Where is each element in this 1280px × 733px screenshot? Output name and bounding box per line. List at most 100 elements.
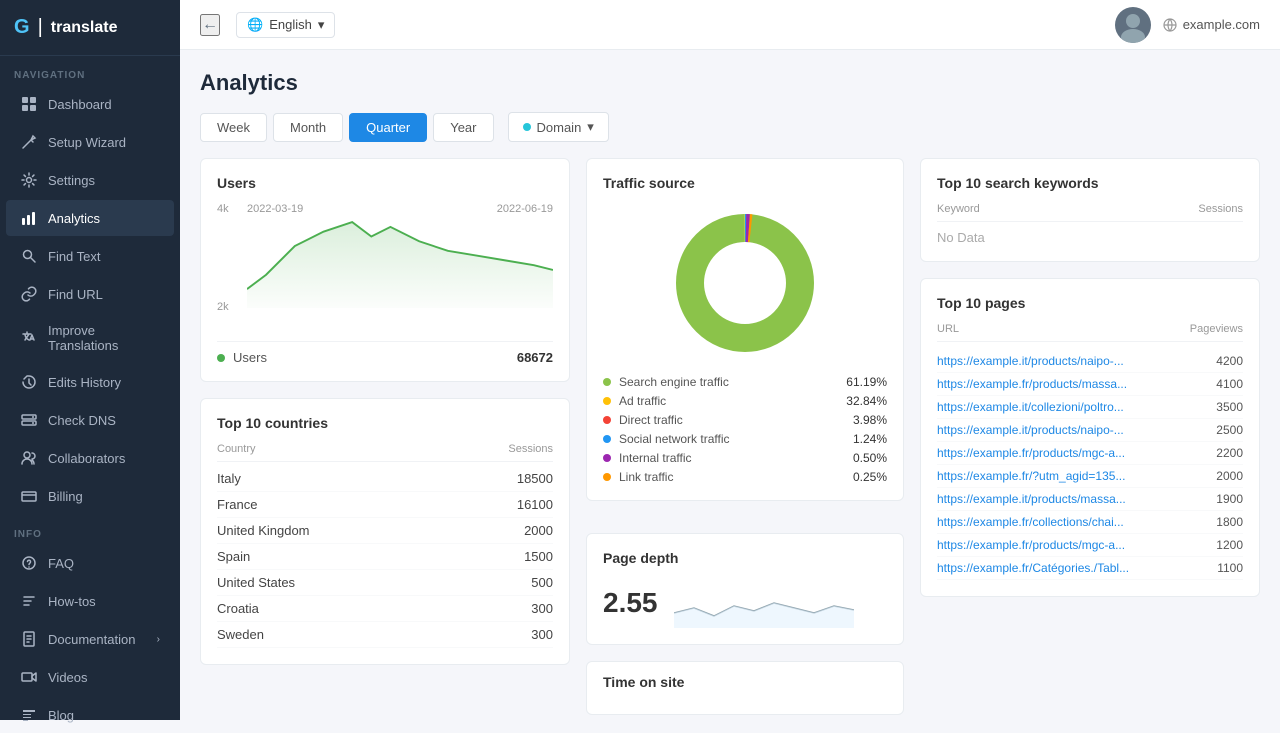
- legend-row: Social network traffic 1.24%: [603, 432, 887, 446]
- page-url-link[interactable]: https://example.fr/products/massa...: [937, 377, 1127, 391]
- countries-table-body: Italy18500 France16100 United Kingdom200…: [217, 466, 553, 648]
- col-country: Country: [217, 443, 256, 455]
- language-selector[interactable]: 🌐 English ▾: [236, 12, 335, 38]
- legend-row: Direct traffic 3.98%: [603, 413, 887, 427]
- table-row: Italy18500: [217, 466, 553, 492]
- sidebar-item-blog[interactable]: Blog: [6, 697, 174, 733]
- pages-table-header: URL Pageviews: [937, 323, 1243, 342]
- sidebar-item-faq[interactable]: FAQ: [6, 545, 174, 581]
- legend-row: Internal traffic 0.50%: [603, 451, 887, 465]
- sidebar-item-label: Blog: [48, 708, 74, 723]
- legend-row: Link traffic 0.25%: [603, 470, 887, 484]
- page-url-link[interactable]: https://example.fr/products/mgc-a...: [937, 538, 1125, 552]
- right-column: Top 10 search keywords Keyword Sessions …: [920, 158, 1260, 597]
- pages-col-url: URL: [937, 323, 959, 335]
- sidebar-item-label: Billing: [48, 489, 83, 504]
- page-depth-value: 2.55: [603, 587, 658, 619]
- sidebar-item-improve-translations[interactable]: Improve Translations: [6, 314, 174, 362]
- sidebar-item-label: How-tos: [48, 594, 96, 609]
- domain-dot: [523, 123, 531, 131]
- domain-filter-button[interactable]: Domain ▾: [508, 112, 609, 142]
- sidebar-item-how-tos[interactable]: How-tos: [6, 583, 174, 619]
- traffic-title: Traffic source: [603, 175, 887, 191]
- sidebar-item-find-text[interactable]: Find Text: [6, 238, 174, 274]
- domain-display: example.com: [1163, 17, 1260, 32]
- legend-dot: [603, 378, 611, 386]
- sidebar-item-setup-wizard[interactable]: Setup Wizard: [6, 124, 174, 160]
- search-icon: [20, 247, 38, 265]
- chart-icon: [20, 209, 38, 227]
- blog-icon: [20, 706, 38, 724]
- sidebar-item-label: Setup Wizard: [48, 135, 126, 150]
- nav-section-label: NAVIGATION: [0, 56, 180, 85]
- sidebar-item-billing[interactable]: Billing: [6, 478, 174, 514]
- sidebar-item-videos[interactable]: Videos: [6, 659, 174, 695]
- sidebar-item-settings[interactable]: Settings: [6, 162, 174, 198]
- table-row: France16100: [217, 492, 553, 518]
- legend-row: Ad traffic 32.84%: [603, 394, 887, 408]
- domain-text: example.com: [1183, 17, 1260, 32]
- avatar: [1115, 7, 1151, 43]
- table-row: https://example.fr/Catégories./Tabl... 1…: [937, 557, 1243, 580]
- y-label-4k: 4k: [217, 203, 229, 215]
- grid-icon: [20, 95, 38, 113]
- time-on-site-card: Time on site: [586, 661, 904, 715]
- sidebar: G | translate NAVIGATION Dashboard Setup…: [0, 0, 180, 720]
- howto-icon: [20, 592, 38, 610]
- question-icon: [20, 554, 38, 572]
- logo-separator: |: [38, 16, 43, 39]
- sidebar-item-check-dns[interactable]: Check DNS: [6, 402, 174, 438]
- history-icon: [20, 373, 38, 391]
- period-tabs: Week Month Quarter Year Domain ▾: [200, 112, 1260, 142]
- page-depth-title: Page depth: [603, 550, 887, 566]
- legend-row: Search engine traffic 61.19%: [603, 375, 887, 389]
- keywords-no-data: No Data: [937, 230, 985, 245]
- line-chart-svg: [247, 203, 553, 308]
- language-label: English: [269, 17, 312, 32]
- keywords-table-header: Keyword Sessions: [937, 203, 1243, 222]
- traffic-card: Traffic source: [586, 158, 904, 501]
- countries-card: Top 10 countries Country Sessions Italy1…: [200, 398, 570, 665]
- sidebar-item-collaborators[interactable]: Collaborators: [6, 440, 174, 476]
- dns-icon: [20, 411, 38, 429]
- page-url-link[interactable]: https://example.fr/Catégories./Tabl...: [937, 561, 1129, 575]
- donut-chart-container: [603, 203, 887, 363]
- logo-text: translate: [51, 19, 118, 37]
- sidebar-item-dashboard[interactable]: Dashboard: [6, 86, 174, 122]
- page-url-link[interactable]: https://example.it/products/naipo-...: [937, 354, 1124, 368]
- tab-week[interactable]: Week: [200, 113, 267, 142]
- legend-dot: [603, 397, 611, 405]
- tab-year[interactable]: Year: [433, 113, 493, 142]
- back-button[interactable]: ←: [200, 14, 220, 36]
- sidebar-item-documentation[interactable]: Documentation ›: [6, 621, 174, 657]
- logo-icon: G: [14, 16, 30, 39]
- link-icon: [20, 285, 38, 303]
- sidebar-item-analytics[interactable]: Analytics: [6, 200, 174, 236]
- page-url-link[interactable]: https://example.it/products/naipo-...: [937, 423, 1124, 437]
- tab-month[interactable]: Month: [273, 113, 343, 142]
- sidebar-item-find-url[interactable]: Find URL: [6, 276, 174, 312]
- users-count: 68672: [517, 350, 553, 365]
- sidebar-item-label: Collaborators: [48, 451, 125, 466]
- page-url-link[interactable]: https://example.fr/?utm_agid=135...: [937, 469, 1125, 483]
- chevron-right-icon: ›: [157, 634, 160, 645]
- depth-sparkline: [674, 578, 854, 628]
- countries-title: Top 10 countries: [217, 415, 553, 431]
- page-url-link[interactable]: https://example.fr/collections/chai...: [937, 515, 1124, 529]
- billing-icon: [20, 487, 38, 505]
- table-row: Sweden300: [217, 622, 553, 648]
- tab-quarter[interactable]: Quarter: [349, 113, 427, 142]
- table-row: https://example.it/collezioni/poltro... …: [937, 396, 1243, 419]
- page-url-link[interactable]: https://example.it/products/massa...: [937, 492, 1126, 506]
- kw-col-keyword: Keyword: [937, 203, 980, 215]
- legend-dot: [603, 454, 611, 462]
- users-label: Users: [233, 350, 267, 365]
- people-icon: [20, 449, 38, 467]
- sidebar-item-edits-history[interactable]: Edits History: [6, 364, 174, 400]
- page-url-link[interactable]: https://example.fr/products/mgc-a...: [937, 446, 1125, 460]
- content-area: Analytics Week Month Quarter Year Domain…: [180, 50, 1280, 720]
- col-sessions: Sessions: [508, 443, 553, 455]
- keywords-title: Top 10 search keywords: [937, 175, 1243, 191]
- page-url-link[interactable]: https://example.it/collezioni/poltro...: [937, 400, 1124, 414]
- gear-icon: [20, 171, 38, 189]
